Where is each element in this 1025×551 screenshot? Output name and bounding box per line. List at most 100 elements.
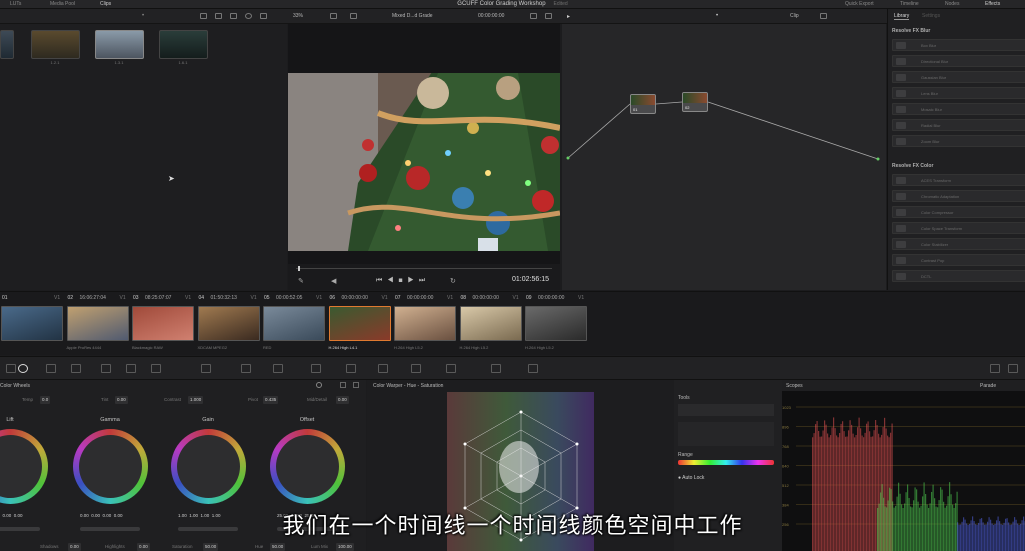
node-tool-icon[interactable] [6,364,16,373]
blur-icon[interactable] [311,364,321,373]
library-item[interactable]: Lens Blur [892,87,1025,99]
tool-buttons-grid[interactable] [678,422,774,446]
section-blur[interactable]: Resolve FX Blur [892,28,930,34]
3d-icon[interactable] [411,364,421,373]
tool-buttons-row[interactable] [678,404,774,416]
pen-icon[interactable]: ✎ [298,277,304,285]
info-icon[interactable] [528,364,538,373]
grid-view-icon[interactable] [200,13,207,19]
color-warper-icon[interactable] [126,364,136,373]
media-clip-selected[interactable] [95,30,144,59]
menu-icon[interactable] [260,13,267,19]
media-clip[interactable] [31,30,80,59]
library-item[interactable]: DCTL [892,270,1025,282]
scopes-icon[interactable] [491,364,501,373]
clip-mode[interactable]: Clip [790,13,799,19]
wheel-bottom-value[interactable]: 0.00 [68,543,81,551]
loop-icon[interactable]: ↻ [450,277,456,285]
more-options-icon[interactable]: • [142,13,149,19]
library-item[interactable]: Color Compressor [892,206,1025,218]
timeline-clip[interactable] [459,306,522,341]
window-icon[interactable] [201,364,211,373]
scrub-bar[interactable] [296,268,552,269]
media-clip-partial[interactable] [0,30,14,59]
curves-icon[interactable] [101,364,111,373]
library-item[interactable]: Box Blur [892,39,1025,51]
library-item[interactable]: Radial Blur [892,119,1025,131]
library-item[interactable]: Chromatic Adaptation [892,190,1025,202]
section-color[interactable]: Resolve FX Color [892,163,933,169]
wheel-bottom-value[interactable]: 50.00 [270,543,286,551]
reset-icon[interactable] [316,382,322,388]
effects-button[interactable]: Effects [985,1,1000,7]
keyframes-icon[interactable] [446,364,456,373]
list-view-icon[interactable] [215,13,222,19]
color-wheel-offset[interactable] [270,429,345,504]
motion-effects-icon[interactable] [71,364,81,373]
sort-icon[interactable] [230,13,237,19]
color-wheels-tool-icon[interactable] [18,364,28,373]
library-item[interactable]: Zoom Blur [892,135,1025,147]
timeline-clip[interactable] [1,306,63,341]
tracker-icon[interactable] [241,364,251,373]
magic-mask-icon[interactable] [273,364,283,373]
playhead[interactable] [298,266,300,271]
wheel-bottom-value[interactable]: 50.00 [203,543,219,551]
node-options-icon[interactable]: • [716,13,723,19]
wheel-param-value[interactable]: 0.435 [263,396,279,404]
pointer-icon[interactable]: ▸ [567,13,574,20]
library-item[interactable]: Color Space Transform [892,222,1025,234]
viewer-mode-icon[interactable] [330,13,337,19]
wheel-param-value[interactable]: 0.00 [336,396,349,404]
auto-lock-toggle[interactable]: ● Auto Lock [678,475,704,481]
range-slider[interactable] [678,460,774,465]
library-item[interactable]: Directional Blur [892,55,1025,67]
key-icon[interactable] [346,364,356,373]
tab-settings[interactable]: Settings [922,13,940,19]
rgb-mixer-icon[interactable] [46,364,56,373]
video-frame[interactable] [288,73,560,251]
library-item[interactable]: Gaussian Blur [892,71,1025,83]
node-01[interactable]: 01 [630,94,656,114]
timeline-clip[interactable] [132,306,194,341]
library-item[interactable]: Mosaic Blur [892,103,1025,115]
library-item[interactable]: Color Stabilizer [892,238,1025,250]
grade-mode[interactable]: Mixed D...d Grade [392,13,433,19]
library-item[interactable]: ACES Transform [892,174,1025,186]
transport-controls[interactable]: ⏮◀◼▶⏭ [376,277,430,285]
media-clip[interactable] [159,30,208,59]
node-menu-icon[interactable] [820,13,827,19]
lightbox-icon[interactable] [1008,364,1018,373]
nodes-button[interactable]: Nodes [945,1,959,7]
timeline-clip[interactable] [394,306,456,341]
search-icon[interactable] [245,13,252,19]
scope-mode[interactable]: Parade [980,383,996,389]
color-wheel-gamma[interactable] [73,429,148,504]
wheel-bottom-value[interactable]: 100.00 [336,543,354,551]
color-wheel-gain[interactable] [171,429,246,504]
timeline-clip[interactable] [525,306,587,341]
sizing-icon[interactable] [378,364,388,373]
zoom-level[interactable]: 33% [293,13,303,19]
wheel-mode-icon[interactable] [340,382,346,388]
display-icon[interactable] [350,13,357,19]
timeline-clip[interactable] [263,306,325,341]
quick-export-button[interactable]: Quick Export [845,1,874,7]
volume-icon[interactable]: ◀ [331,277,336,285]
tab-library[interactable]: Library [894,13,910,20]
viewer-options-icon[interactable] [530,13,537,19]
wheel-bottom-value[interactable]: 0.00 [137,543,150,551]
node-02[interactable]: 02 [682,92,708,112]
timeline-clip[interactable] [66,306,129,341]
color-wheel-lift[interactable] [0,429,48,504]
viewer-toggle-icon[interactable] [990,364,1000,373]
timeline-clip[interactable] [328,306,391,341]
wheel-param-value[interactable]: 0.0 [40,396,51,404]
library-item[interactable]: Contrast Pop [892,254,1025,266]
viewer-more-icon[interactable] [545,13,552,19]
qualifier-icon[interactable] [151,364,161,373]
more-icon[interactable] [353,382,359,388]
timeline-clip[interactable] [197,306,260,341]
wheel-param-value[interactable]: 0.00 [115,396,128,404]
wheel-param-value[interactable]: 1.000 [188,396,204,404]
